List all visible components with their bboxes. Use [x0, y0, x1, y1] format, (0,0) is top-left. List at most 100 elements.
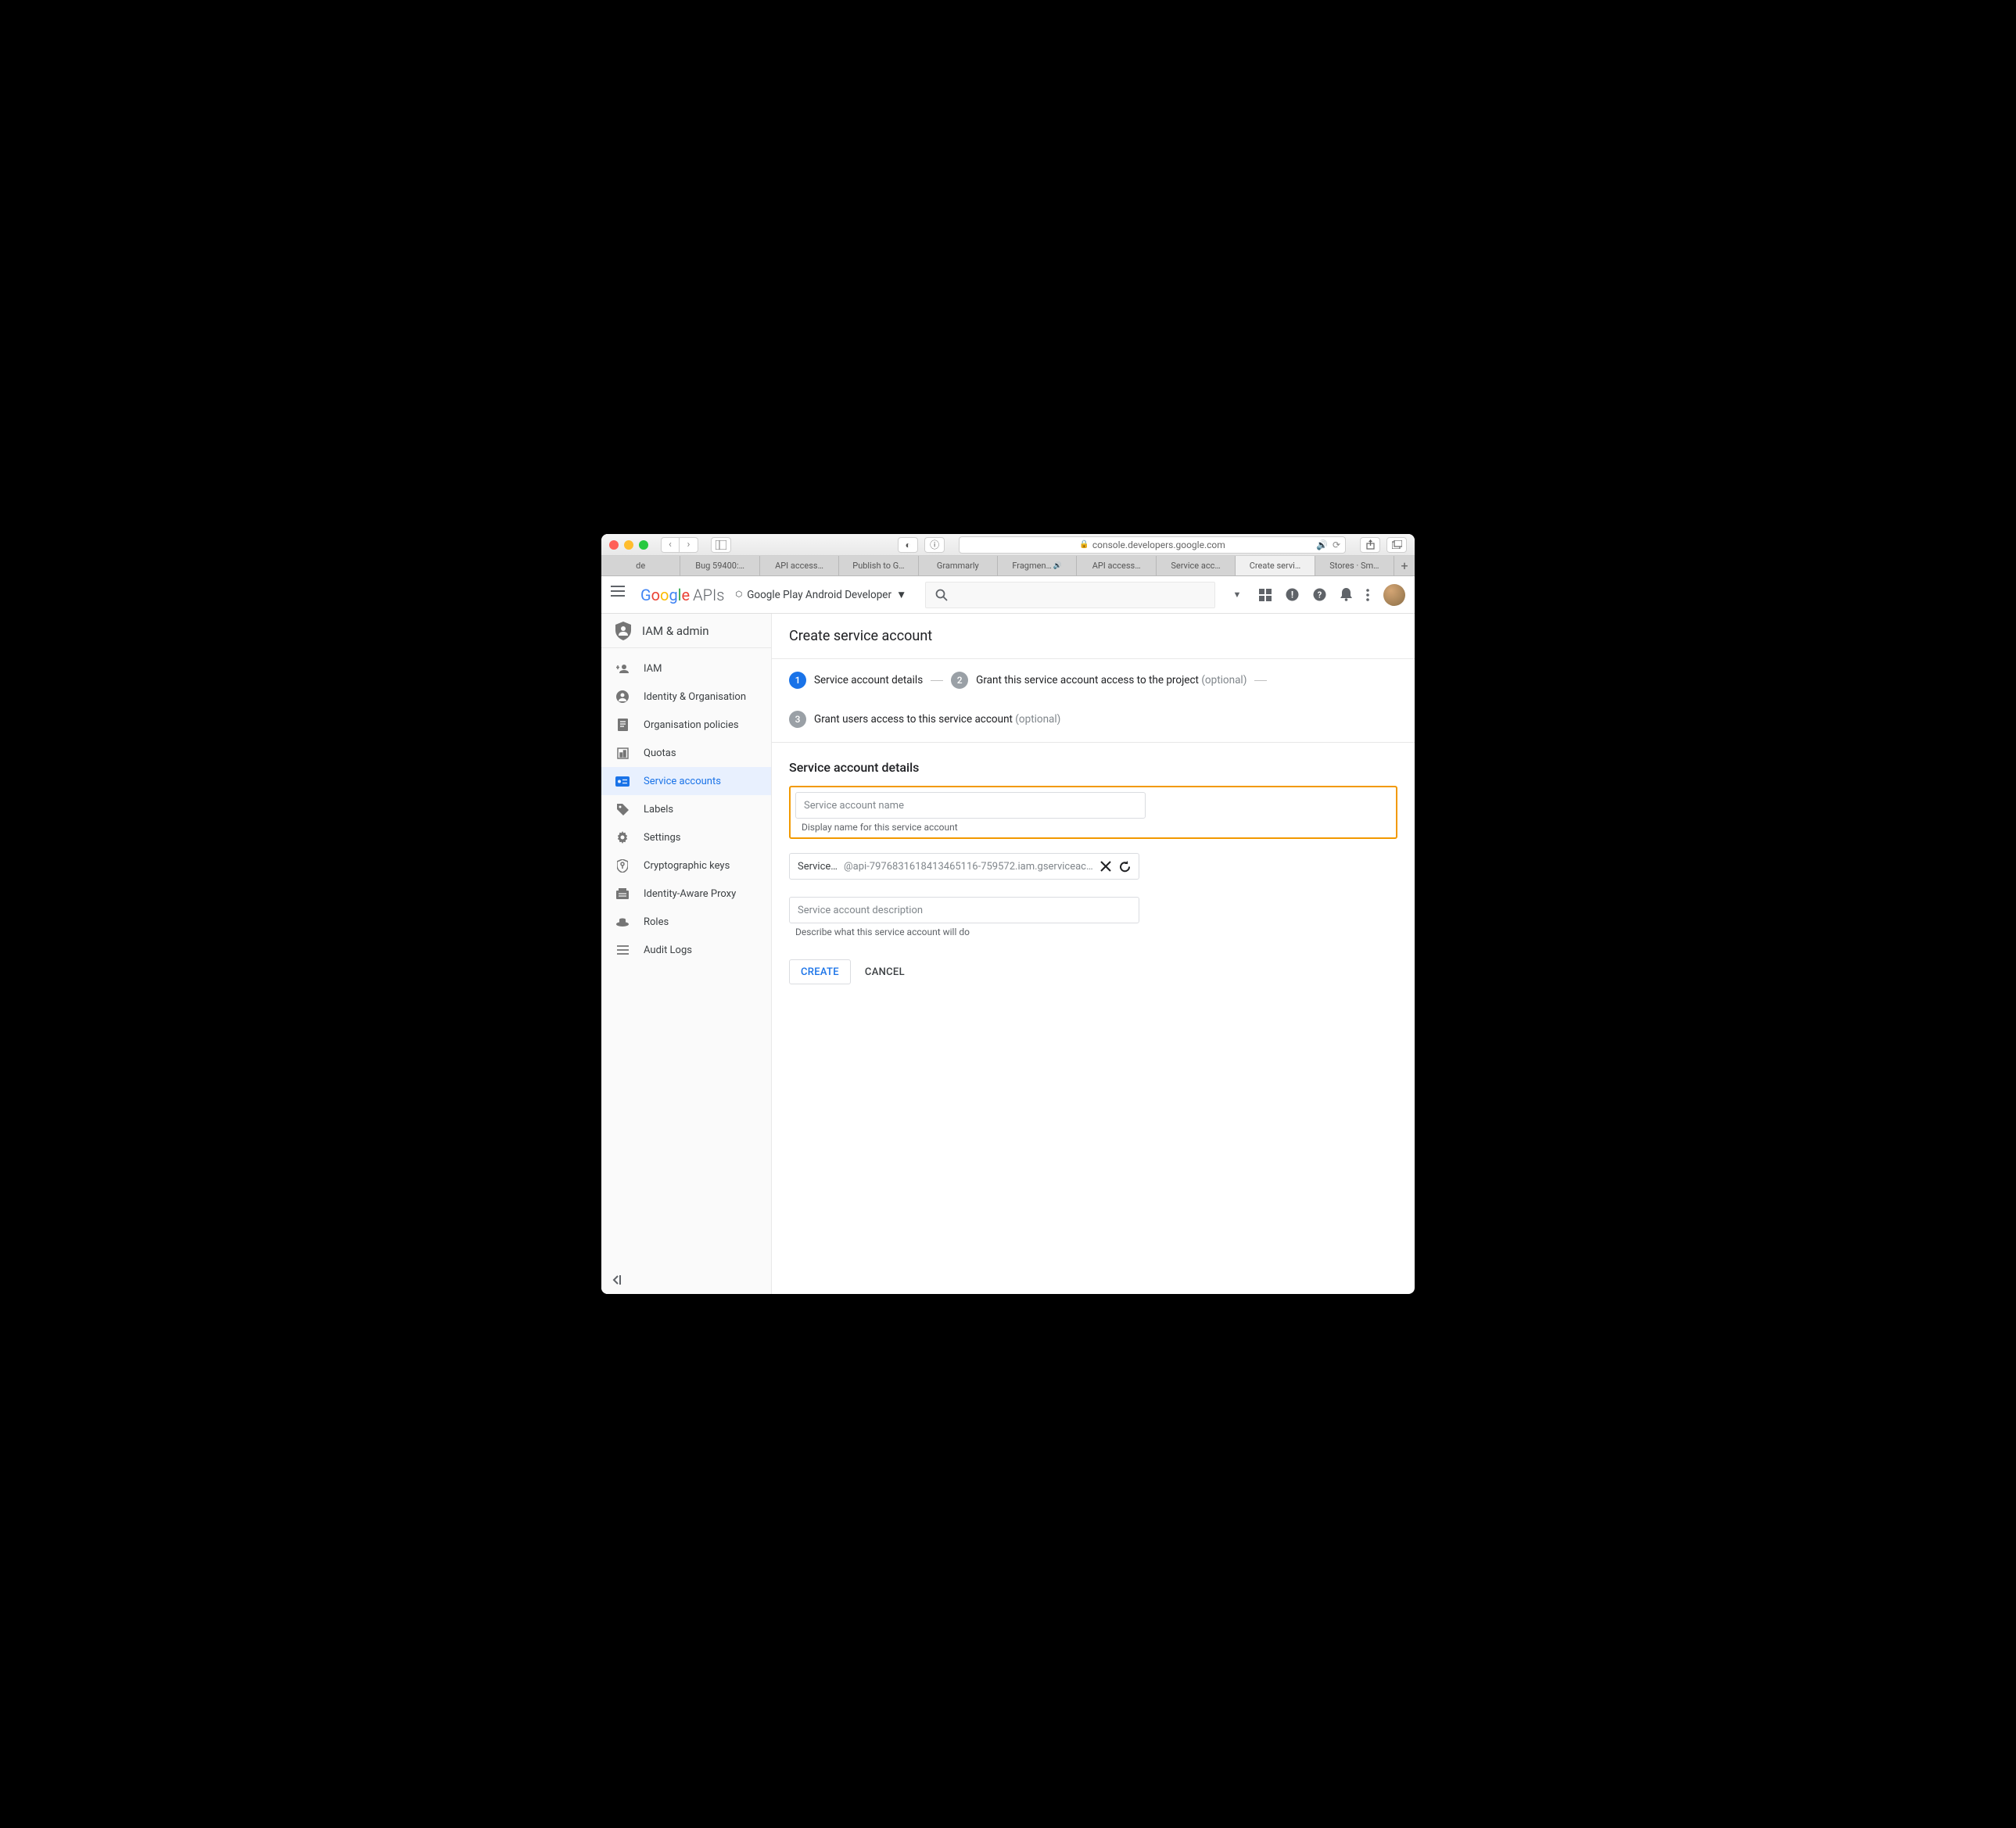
extension-button-1[interactable]: ◐ [898, 537, 918, 553]
sidebar-item-iam[interactable]: IAM [601, 654, 771, 683]
sidebar-item-label: Organisation policies [644, 719, 739, 731]
iam-admin-icon [615, 622, 631, 640]
sidebar-item-label: Identity & Organisation [644, 691, 746, 703]
address-bar[interactable]: 🔒 console.developers.google.com 🔊 ⟳ [959, 536, 1346, 554]
cancel-button[interactable]: CANCEL [865, 966, 905, 978]
gift-icon[interactable] [1259, 589, 1272, 601]
browser-tab[interactable]: API access… [1077, 556, 1156, 575]
browser-tab[interactable]: Service acc… [1157, 556, 1236, 575]
step-3[interactable]: 3 Grant users access to this service acc… [789, 711, 1060, 728]
sidebar-item-audit-logs[interactable]: Audit Logs [601, 936, 771, 964]
step-separator [1254, 680, 1267, 681]
shield-key-icon [615, 859, 630, 873]
browser-tab[interactable]: Publish to G… [839, 556, 918, 575]
window-controls [609, 540, 648, 550]
maximize-window-button[interactable] [639, 540, 648, 550]
browser-tab[interactable]: API access… [760, 556, 839, 575]
browser-tab[interactable]: de [601, 556, 680, 575]
sidebar-item-iap[interactable]: Identity-Aware Proxy [601, 880, 771, 908]
step-label: Grant users access to this service accou… [814, 713, 1060, 726]
search-dropdown[interactable]: ▼ [1226, 590, 1248, 600]
back-button[interactable]: ‹ [661, 537, 680, 553]
refresh-id-button[interactable] [1119, 861, 1131, 873]
gear-icon [615, 831, 630, 844]
google-apis-logo[interactable]: Google APIs [640, 586, 724, 604]
tab-audio-icon: 🔊 [1053, 562, 1062, 570]
notifications-icon[interactable] [1340, 588, 1352, 601]
quota-icon [615, 747, 630, 759]
section-title: Service account details [789, 760, 1397, 775]
sidebar-item-label: Identity-Aware Proxy [644, 888, 736, 900]
browser-tab[interactable]: Bug 59400:… [680, 556, 759, 575]
browser-tab-active[interactable]: Create servi… [1236, 556, 1315, 575]
create-button[interactable]: CREATE [789, 959, 851, 984]
tab-bar: de Bug 59400:… API access… Publish to G…… [601, 556, 1415, 576]
browser-tab[interactable]: Fragmen…🔊 [998, 556, 1077, 575]
new-tab-button[interactable]: + [1394, 556, 1415, 575]
url-text: console.developers.google.com [1092, 539, 1225, 550]
step-1[interactable]: 1 Service account details [789, 672, 923, 689]
project-selector[interactable]: ⬡ Google Play Android Developer ▼ [735, 589, 906, 601]
sidebar-item-label: Roles [644, 916, 669, 928]
search-icon [935, 589, 948, 601]
hat-icon [615, 918, 630, 927]
person-add-icon [615, 664, 630, 674]
step-2[interactable]: 2 Grant this service account access to t… [951, 672, 1247, 689]
tag-icon [615, 804, 630, 815]
sidebar-item-label: Service accounts [644, 776, 721, 787]
reload-button[interactable]: ⟳ [1333, 539, 1340, 550]
doc-icon [615, 719, 630, 731]
sidebar-item-settings[interactable]: Settings [601, 823, 771, 851]
sidebar-item-label: IAM [644, 663, 662, 675]
sidebar-item-policies[interactable]: Organisation policies [601, 711, 771, 739]
step-label: Service account details [814, 674, 923, 686]
more-icon[interactable] [1366, 589, 1369, 601]
sidebar-toggle-button[interactable] [711, 537, 731, 553]
key-badge-icon [615, 776, 630, 787]
menu-button[interactable] [611, 586, 630, 604]
service-account-description-input[interactable] [789, 897, 1139, 923]
forward-button[interactable]: › [680, 537, 698, 553]
highlight-box: Display name for this service account [789, 786, 1397, 839]
help-icon[interactable]: ? [1313, 588, 1326, 601]
sidebar-item-service-accounts[interactable]: Service accounts [601, 767, 771, 795]
browser-window: ‹ › ◐ ⓘ 🔒 console.developers.google.com … [601, 534, 1415, 1294]
clear-id-button[interactable] [1100, 861, 1111, 873]
collapse-sidebar-button[interactable] [601, 1266, 771, 1294]
browser-tab[interactable]: Grammarly [919, 556, 998, 575]
app-header: Google APIs ⬡ Google Play Android Develo… [601, 576, 1415, 614]
project-name: Google Play Android Developer [747, 589, 891, 601]
sidebar-item-label: Cryptographic keys [644, 860, 730, 872]
share-button[interactable] [1360, 537, 1380, 553]
sidebar-item-crypto-keys[interactable]: Cryptographic keys [601, 851, 771, 880]
sidebar-item-label: Labels [644, 804, 673, 815]
step-number: 2 [951, 672, 968, 689]
iap-icon [615, 888, 630, 899]
page-title: Create service account [789, 628, 1397, 644]
dropdown-icon: ▼ [896, 589, 906, 601]
step-number: 1 [789, 672, 806, 689]
sidebar-item-label: Quotas [644, 747, 676, 759]
sidebar-item-labels[interactable]: Labels [601, 795, 771, 823]
sidebar-title: IAM & admin [642, 624, 709, 638]
step-separator [931, 680, 943, 681]
audio-indicator-icon: 🔊 [1316, 539, 1328, 550]
alert-icon[interactable]: ! [1286, 588, 1299, 601]
id-prefix: Service… [798, 861, 838, 873]
tabs-button[interactable] [1386, 537, 1407, 553]
close-window-button[interactable] [609, 540, 619, 550]
sidebar-item-roles[interactable]: Roles [601, 908, 771, 936]
sidebar-item-identity[interactable]: Identity & Organisation [601, 683, 771, 711]
project-icon: ⬡ [735, 590, 742, 599]
sidebar-item-label: Settings [644, 832, 680, 844]
sidebar-item-label: Audit Logs [644, 944, 692, 956]
step-label: Grant this service account access to the… [976, 674, 1247, 686]
extension-button-2[interactable]: ⓘ [924, 537, 945, 553]
service-account-name-input[interactable] [795, 792, 1146, 819]
account-circle-icon [615, 690, 630, 703]
user-avatar[interactable] [1383, 584, 1405, 606]
sidebar-item-quotas[interactable]: Quotas [601, 739, 771, 767]
search-bar[interactable] [925, 582, 1215, 608]
minimize-window-button[interactable] [624, 540, 633, 550]
browser-tab[interactable]: Stores · Sm… [1315, 556, 1394, 575]
